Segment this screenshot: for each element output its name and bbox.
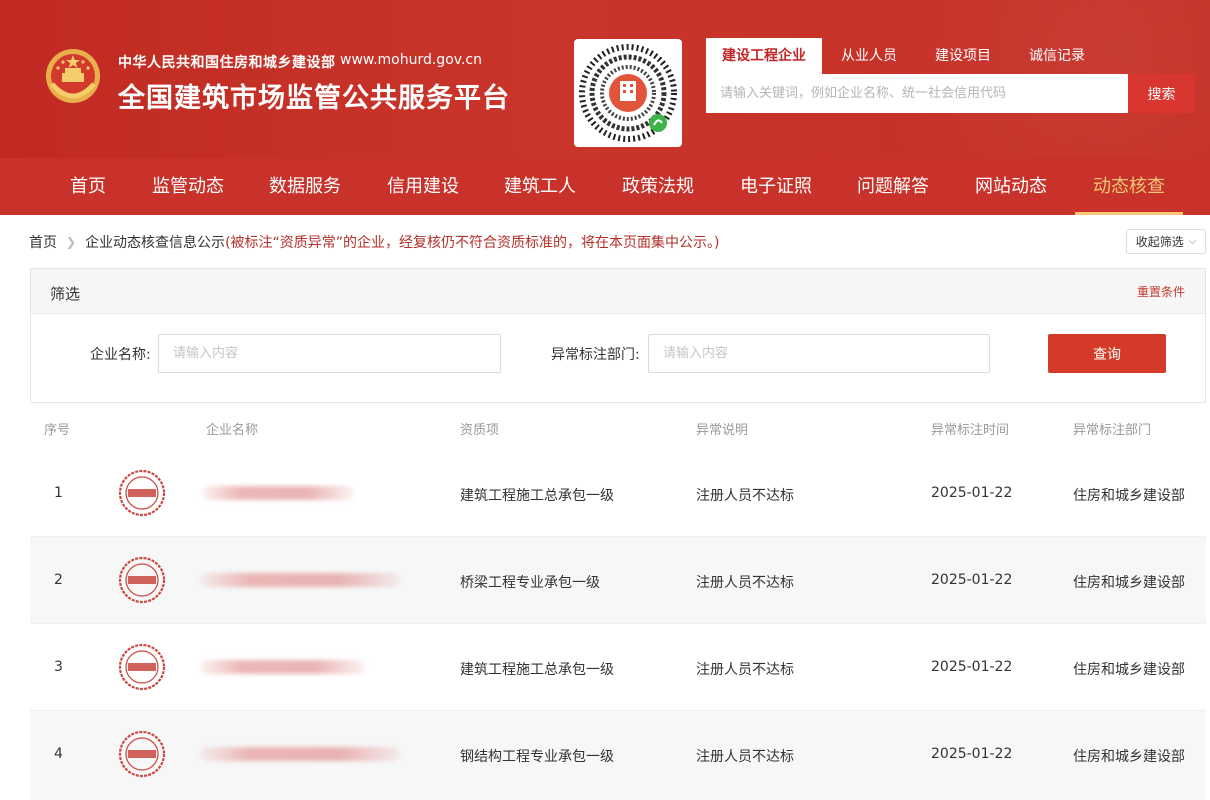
collapse-filter-label: 收起筛选 (1135, 235, 1184, 249)
row-index: 2 (54, 572, 63, 588)
nav-item-construction-workers[interactable]: 建筑工人 (504, 158, 576, 215)
table-row[interactable]: 3 建筑工程施工总承包一级 注册人员不达标 2025-01-22 住房和城乡建设… (30, 624, 1206, 711)
search-tab-credit-records[interactable]: 诚信记录 (1010, 38, 1104, 74)
row-date: 2025-01-22 (931, 572, 1013, 588)
row-department: 住房和城乡建设部 (1073, 575, 1185, 591)
nav-item-data-services[interactable]: 数据服务 (269, 158, 341, 215)
row-date: 2025-01-22 (931, 746, 1013, 762)
column-header-qualification: 资质项 (460, 423, 500, 438)
row-date: 2025-01-22 (931, 659, 1013, 675)
breadcrumb-current: 企业动态核查信息公示 (85, 235, 226, 251)
row-department: 住房和城乡建设部 (1073, 749, 1185, 765)
breadcrumb-note: (被标注“资质异常”的企业，经复核仍不符合资质标准的，将在本页面集中公示。) (225, 235, 720, 251)
search-bar: 搜索 (706, 74, 1195, 113)
dept-input[interactable] (648, 334, 990, 373)
nav-active-underline (1075, 212, 1183, 215)
column-header-date: 异常标注时间 (931, 423, 1010, 438)
national-emblem-icon[interactable] (43, 46, 103, 108)
qr-code-graphic (579, 44, 677, 142)
chevron-down-icon: ⌵ (1188, 236, 1197, 247)
row-date: 2025-01-22 (931, 485, 1013, 501)
search-category-tabs: 建设工程企业 从业人员 建设项目 诚信记录 (706, 38, 1104, 74)
chevron-right-icon: ❯ (66, 235, 77, 249)
query-button[interactable]: 查询 (1048, 334, 1166, 373)
dept-label: 异常标注部门: (551, 347, 640, 363)
filter-title: 筛选 (50, 285, 81, 303)
row-index: 3 (54, 659, 63, 675)
site-title[interactable]: 全国建筑市场监管公共服务平台 (118, 76, 510, 115)
qualification-abnormal-stamp-icon (118, 556, 166, 604)
ministry-name: 中华人民共和国住房和城乡建设部 (118, 55, 336, 71)
site-header: 中华人民共和国住房和城乡建设部 www.mohurd.gov.cn 全国建筑市场… (0, 0, 1210, 158)
row-qualification: 钢结构工程专业承包一级 (460, 749, 614, 765)
row-qualification: 桥梁工程专业承包一级 (460, 575, 600, 591)
breadcrumb-home[interactable]: 首页 (29, 232, 57, 252)
row-description: 注册人员不达标 (696, 488, 794, 504)
column-header-company: 企业名称 (206, 423, 259, 438)
table-row[interactable]: 2 桥梁工程专业承包一级 注册人员不达标 2025-01-22 住房和城乡建设部 (30, 537, 1206, 624)
table-row[interactable]: 4 钢结构工程专业承包一级 注册人员不达标 2025-01-22 住房和城乡建设… (30, 711, 1206, 800)
nav-item-credit-building[interactable]: 信用建设 (387, 158, 459, 215)
reset-filter-link[interactable]: 重置条件 (1137, 283, 1185, 300)
mini-program-qr-code-icon (574, 39, 682, 147)
table-row[interactable]: 1 建筑工程施工总承包一级 注册人员不达标 2025-01-22 住房和城乡建设… (30, 450, 1206, 537)
row-qualification: 建筑工程施工总承包一级 (460, 662, 614, 678)
column-header-department: 异常标注部门 (1073, 423, 1152, 438)
search-tab-construction-enterprise[interactable]: 建设工程企业 (706, 38, 822, 74)
filter-header: 筛选 重置条件 (31, 269, 1205, 314)
nav-item-site-news[interactable]: 网站动态 (975, 158, 1047, 215)
collapse-filter-button[interactable]: 收起筛选 ⌵ (1126, 229, 1206, 254)
nav-item-dynamic-verification-label: 动态核查 (1093, 176, 1165, 197)
nav-item-faq[interactable]: 问题解答 (857, 158, 929, 215)
search-input[interactable] (706, 74, 1128, 113)
qualification-abnormal-stamp-icon (118, 643, 166, 691)
column-header-description: 异常说明 (696, 423, 749, 438)
nav-item-supervision-news[interactable]: 监管动态 (152, 158, 224, 215)
filter-panel: 筛选 重置条件 企业名称: 异常标注部门: 查询 (30, 268, 1206, 403)
search-button[interactable]: 搜索 (1128, 74, 1195, 113)
company-name-redacted[interactable] (202, 486, 354, 500)
row-department: 住房和城乡建设部 (1073, 488, 1185, 504)
company-name-redacted[interactable] (200, 573, 400, 587)
row-index: 1 (54, 485, 63, 501)
row-department: 住房和城乡建设部 (1073, 662, 1185, 678)
company-name-redacted[interactable] (200, 747, 400, 761)
main-nav: 首页 监管动态 数据服务 信用建设 建筑工人 政策法规 电子证照 问题解答 网站… (0, 158, 1210, 215)
company-name-input[interactable] (158, 334, 501, 373)
column-header-index: 序号 (44, 423, 71, 438)
nav-item-policies-regulations[interactable]: 政策法规 (622, 158, 694, 215)
ministry-url[interactable]: www.mohurd.gov.cn (340, 52, 482, 68)
qualification-abnormal-stamp-icon (118, 730, 166, 778)
company-name-redacted[interactable] (200, 660, 365, 674)
nav-item-e-certificates[interactable]: 电子证照 (740, 158, 812, 215)
row-description: 注册人员不达标 (696, 749, 794, 765)
row-description: 注册人员不达标 (696, 575, 794, 591)
nav-item-home[interactable]: 首页 (70, 158, 106, 215)
breadcrumb: 首页 ❯ 企业动态核查信息公示 (被标注“资质异常”的企业，经复核仍不符合资质标… (29, 232, 720, 252)
qualification-abnormal-stamp-icon (118, 469, 166, 517)
search-tab-projects[interactable]: 建设项目 (916, 38, 1010, 74)
search-tab-practitioners[interactable]: 从业人员 (822, 38, 916, 74)
row-index: 4 (54, 746, 63, 762)
row-qualification: 建筑工程施工总承包一级 (460, 488, 614, 504)
row-description: 注册人员不达标 (696, 662, 794, 678)
nav-item-dynamic-verification[interactable]: 动态核查 (1075, 158, 1183, 215)
company-name-label: 企业名称: (90, 347, 151, 363)
table-header: 序号 企业名称 资质项 异常说明 异常标注时间 异常标注部门 (30, 404, 1206, 450)
